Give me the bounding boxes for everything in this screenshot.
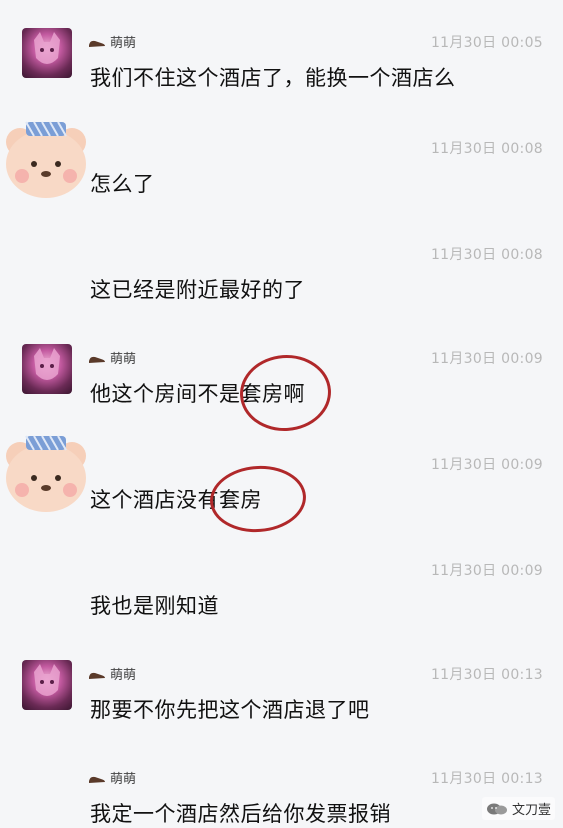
timestamp: 11月30日 00:09 <box>430 457 543 473</box>
avatar[interactable] <box>0 112 92 202</box>
watermark: 文刀壹 <box>481 797 555 820</box>
timestamp: 11月30日 00:13 <box>430 667 543 683</box>
message-text: 我也是刚知道 <box>90 594 219 618</box>
avatar[interactable] <box>0 426 92 516</box>
timestamp: 11月30日 00:09 <box>430 351 543 367</box>
timestamp: 11月30日 00:08 <box>430 141 543 157</box>
avatar[interactable] <box>22 344 72 394</box>
sender-name: 萌萌 <box>88 32 136 51</box>
highlight-circle <box>237 351 334 435</box>
message-text: 这已经是附近最好的了 <box>90 278 305 302</box>
message-text: 我定一个酒店然后给你发票报销 <box>90 802 391 826</box>
highlight-circle <box>207 462 309 536</box>
timestamp: 11月30日 00:05 <box>430 35 543 51</box>
message-text: 那要不你先把这个酒店退了吧 <box>90 698 370 722</box>
avatar[interactable] <box>22 660 72 710</box>
sender-name: 萌萌 <box>88 664 136 683</box>
avatar[interactable] <box>22 28 72 78</box>
shoe-icon <box>88 773 106 783</box>
timestamp: 11月30日 00:08 <box>430 247 543 263</box>
message-text: 怎么了 <box>90 172 155 196</box>
sender-name: 萌萌 <box>88 768 136 787</box>
timestamp: 11月30日 00:13 <box>430 771 543 787</box>
shoe-icon <box>88 669 106 679</box>
message-text: 我们不住这个酒店了，能换一个酒店么 <box>90 66 456 90</box>
wechat-icon <box>486 802 508 816</box>
shoe-icon <box>88 37 106 47</box>
watermark-text: 文刀壹 <box>511 803 551 818</box>
shoe-icon <box>88 353 106 363</box>
sender-name: 萌萌 <box>88 348 136 367</box>
timestamp: 11月30日 00:09 <box>430 563 543 579</box>
